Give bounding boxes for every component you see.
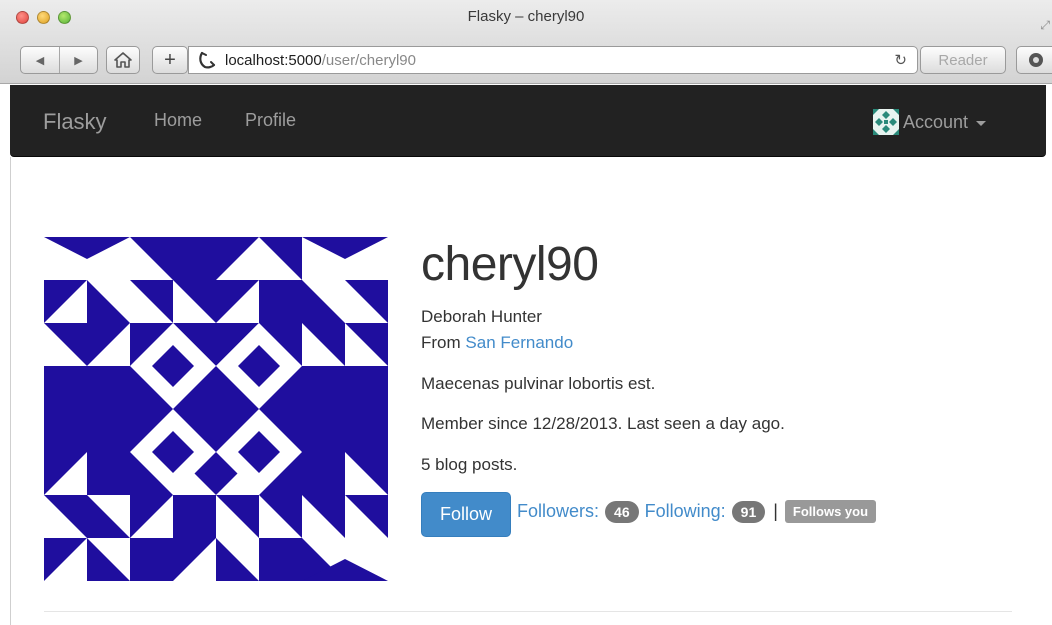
reader-button[interactable]: Reader <box>920 46 1006 74</box>
following-label: Following: <box>644 501 726 521</box>
nav-link-home[interactable]: Home <box>154 110 202 131</box>
navbar-brand[interactable]: Flasky <box>43 109 107 135</box>
profile-member-since: Member since 12/28/2013. Last seen a day… <box>421 414 785 433</box>
add-bookmark-button[interactable]: + <box>152 46 188 74</box>
forward-arrow-icon[interactable]: ▶ <box>59 47 97 73</box>
following-count-badge: 91 <box>731 500 766 523</box>
home-icon <box>114 52 132 68</box>
followers-count-badge: 46 <box>605 500 639 523</box>
follow-button[interactable]: Follow <box>421 492 511 537</box>
back-arrow-icon[interactable]: ◀ <box>21 47 59 73</box>
followers-link[interactable]: Followers: 46 <box>517 500 639 523</box>
profile-header: cheryl90 <box>421 238 599 292</box>
window-edge <box>10 157 11 625</box>
fullscreen-icon[interactable]: ⤢ <box>1040 18 1050 33</box>
reload-icon[interactable]: ↻ <box>894 51 907 69</box>
extension-button[interactable] <box>1016 46 1052 74</box>
caret-down-icon <box>976 120 987 126</box>
url-host: localhost:5000 <box>225 51 322 69</box>
account-dropdown[interactable]: Account <box>873 109 987 135</box>
following-link[interactable]: Following: 91 <box>644 500 766 523</box>
profile-location-line: From San Fernando <box>421 333 573 353</box>
followers-label: Followers: <box>517 501 600 521</box>
extension-icon <box>1029 53 1043 67</box>
navbar: Flasky Home Profile Account <box>10 85 1046 157</box>
content-divider <box>44 611 1012 612</box>
favicon-icon <box>197 50 217 70</box>
profile-avatar <box>44 237 388 581</box>
window-title: Flasky – cheryl90 <box>467 8 585 25</box>
url-path: /user/cheryl90 <box>321 51 416 69</box>
home-button[interactable] <box>106 46 140 74</box>
separator: | <box>773 501 778 521</box>
follows-you-label: Follows you <box>784 500 877 523</box>
url-text[interactable]: localhost:5000/user/cheryl90 <box>225 52 416 69</box>
identicon-avatar <box>873 109 899 135</box>
plus-icon: + <box>164 48 176 71</box>
back-forward-group: ◀ ▶ <box>20 46 98 74</box>
browser-titlebar: Flasky – cheryl90 ⤢ ◀ ▶ + localhost:5000… <box>0 0 1052 84</box>
profile-about: Maecenas pulvinar lobortis est. <box>421 374 656 393</box>
profile-username: cheryl90 <box>421 238 599 291</box>
profile-actions: Follow Followers: 46 Following: 91 | Fol… <box>421 492 877 537</box>
from-prefix: From <box>421 333 461 352</box>
profile-full-name: Deborah Hunter <box>421 307 542 326</box>
profile-blog-posts: 5 blog posts. <box>421 455 518 474</box>
location-link[interactable]: San Fernando <box>465 333 573 352</box>
address-bar[interactable]: localhost:5000/user/cheryl90 ↻ <box>188 46 918 74</box>
nav-link-profile[interactable]: Profile <box>245 110 296 131</box>
account-label: Account <box>903 111 969 132</box>
